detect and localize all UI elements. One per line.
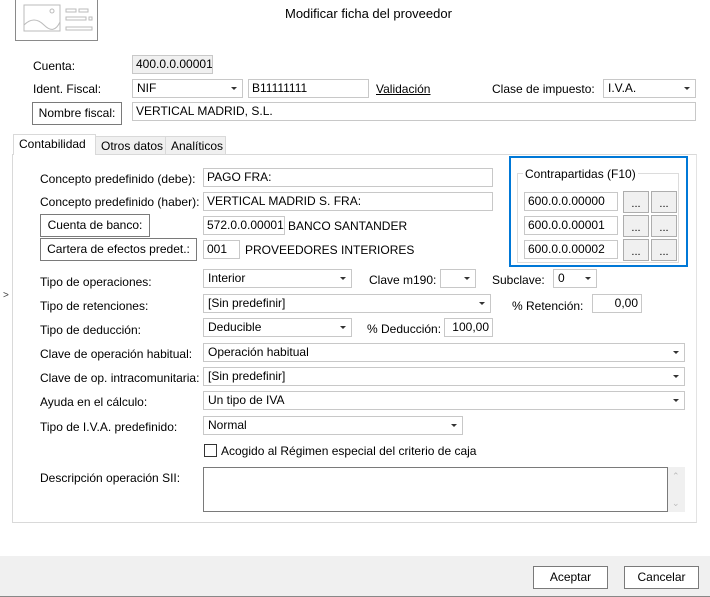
cartera-field[interactable]: 001 [203,240,240,259]
textarea-scrollbar[interactable]: ⌃ ⌄ [668,467,685,512]
cartera-button[interactable]: Cartera de efectos predet.: [40,238,197,261]
descripcion-sii-label: Descripción operación SII: [40,471,181,485]
cuenta-banco-button[interactable]: Cuenta de banco: [40,214,150,237]
concepto-haber-label: Concepto predefinido (haber): [40,195,200,209]
chevron-down-icon [673,351,679,354]
tipo-iva-value: Normal [208,418,247,432]
ident-type-value: NIF [137,81,157,95]
cancel-button[interactable]: Cancelar [624,566,699,589]
contrapartida-browse-button-2b[interactable]: ... [651,215,677,237]
cuenta-banco-name: BANCO SANTANDER [288,219,408,233]
clave-m190-select[interactable] [440,269,476,288]
contrapartida-field-3[interactable]: 600.0.0.00002 [524,240,618,259]
chevron-down-icon [479,302,485,305]
tipo-operaciones-value: Interior [208,271,246,285]
cuenta-banco-field[interactable]: 572.0.0.00001 [203,216,285,235]
clave-habitual-label: Clave de operación habitual: [40,347,193,361]
validacion-link[interactable]: Validación [376,82,430,96]
subclave-value: 0 [558,271,565,285]
chevron-down-icon [673,399,679,402]
contrapartida-browse-button-1b[interactable]: ... [651,191,677,213]
clase-impuesto-value: I.V.A. [608,81,637,95]
contrapartidas-title: Contrapartidas (F10) [523,167,638,181]
tab-otros-datos[interactable]: Otros datos [95,136,166,155]
tab-contabilidad[interactable]: Contabilidad [13,134,96,155]
ident-value-field[interactable]: B11111111 [248,79,369,98]
ident-type-select[interactable]: NIF [132,79,243,98]
tipo-deduccion-value: Deducible [208,320,262,334]
contrapartida-browse-button-3a[interactable]: ... [623,239,649,261]
clave-intra-label: Clave de op. intracomunitaria: [40,371,200,385]
ayuda-calculo-value: Un tipo de IVA [208,393,285,407]
chevron-down-icon [684,87,690,90]
accept-button[interactable]: Aceptar [533,566,608,589]
image-placeholder[interactable] [15,0,98,41]
scroll-down-icon[interactable]: ⌄ [672,496,680,510]
ayuda-calculo-select[interactable]: Un tipo de IVA [203,391,685,410]
concepto-debe-field[interactable]: PAGO FRA: [203,168,493,187]
clase-impuesto-select[interactable]: I.V.A. [603,79,696,98]
clave-intra-value: [Sin predefinir] [208,369,286,383]
tab-analiticos[interactable]: Analíticos [165,136,226,155]
clave-intra-select[interactable]: [Sin predefinir] [203,367,685,386]
ayuda-calculo-label: Ayuda en el cálculo: [40,395,148,409]
deduccion-label: % Deducción: [367,322,442,336]
contrapartida-browse-button-3b[interactable]: ... [651,239,677,261]
chevron-down-icon [451,424,457,427]
clave-m190-label: Clave m190: [369,273,437,287]
tipo-operaciones-select[interactable]: Interior [203,269,352,288]
tipo-operaciones-label: Tipo de operaciones: [40,275,152,289]
tipo-retenciones-select[interactable]: [Sin predefinir] [203,294,491,313]
subclave-label: Subclave: [492,273,545,287]
ident-fiscal-label: Ident. Fiscal: [33,82,102,96]
concepto-debe-label: Concepto predefinido (debe): [40,172,196,186]
tipo-iva-select[interactable]: Normal [203,416,463,435]
contrapartida-field-1[interactable]: 600.0.0.00000 [524,192,618,211]
concepto-haber-field[interactable]: VERTICAL MADRID S. FRA: [203,192,493,211]
nombre-fiscal-button[interactable]: Nombre fiscal: [32,102,122,125]
image-placeholder-icon [23,4,93,32]
contrapartida-field-2[interactable]: 600.0.0.00001 [524,216,618,235]
cuenta-field[interactable]: 400.0.0.00001 [132,55,213,74]
scroll-up-icon[interactable]: ⌃ [672,469,680,483]
cuenta-label: Cuenta: [33,59,76,73]
subclave-select[interactable]: 0 [553,269,597,288]
tipo-deduccion-select[interactable]: Deducible [203,318,352,337]
chevron-down-icon [340,326,346,329]
tipo-retenciones-label: Tipo de retenciones: [40,299,149,313]
clase-impuesto-label: Clase de impuesto: [492,82,595,96]
criterio-caja-label[interactable]: Acogido al Régimen especial del criterio… [221,444,476,458]
chevron-down-icon [585,277,591,280]
contrapartida-browse-button-1a[interactable]: ... [623,191,649,213]
descripcion-sii-textarea[interactable] [203,467,668,512]
chevron-down-icon [340,277,346,280]
retencion-field[interactable]: 0,00 [592,294,642,313]
expand-arrow-icon[interactable]: > [3,289,9,303]
clave-habitual-select[interactable]: Operación habitual [203,343,685,362]
chevron-down-icon [231,87,237,90]
tipo-deduccion-label: Tipo de deducción: [40,323,141,337]
contrapartida-browse-button-2a[interactable]: ... [623,215,649,237]
cartera-name: PROVEEDORES INTERIORES [245,243,415,257]
criterio-caja-checkbox[interactable] [204,444,217,457]
deduccion-field[interactable]: 100,00 [444,318,493,337]
clave-habitual-value: Operación habitual [208,345,309,359]
window-title: Modificar ficha del proveedor [285,6,452,21]
nombre-fiscal-field[interactable]: VERTICAL MADRID, S.L. [132,102,696,121]
chevron-down-icon [464,277,470,280]
tipo-retenciones-value: [Sin predefinir] [208,296,286,310]
tipo-iva-label: Tipo de I.V.A. predefinido: [40,420,178,434]
chevron-down-icon [673,375,679,378]
retencion-label: % Retención: [512,299,584,313]
